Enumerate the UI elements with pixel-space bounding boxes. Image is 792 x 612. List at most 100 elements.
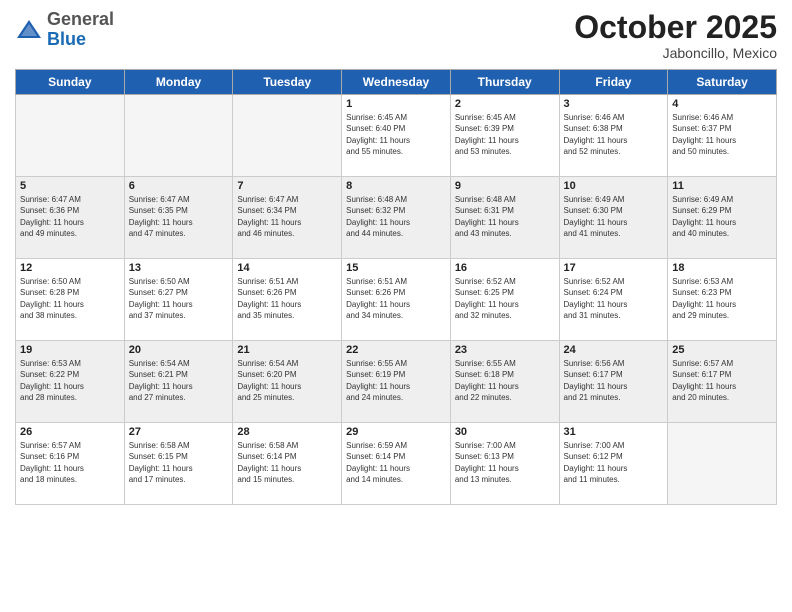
day-number: 12 — [20, 262, 120, 274]
calendar-cell — [233, 95, 342, 177]
day-info: Sunrise: 6:46 AM Sunset: 6:38 PM Dayligh… — [564, 112, 664, 157]
logo: General Blue — [15, 10, 114, 50]
day-number: 26 — [20, 426, 120, 438]
day-info: Sunrise: 6:54 AM Sunset: 6:20 PM Dayligh… — [237, 358, 337, 403]
month-title: October 2025 — [574, 10, 777, 45]
day-info: Sunrise: 6:47 AM Sunset: 6:36 PM Dayligh… — [20, 194, 120, 239]
logo-general: General — [47, 9, 114, 29]
day-info: Sunrise: 6:58 AM Sunset: 6:15 PM Dayligh… — [129, 440, 229, 485]
day-of-week-saturday: Saturday — [668, 70, 777, 95]
day-number: 30 — [455, 426, 555, 438]
day-number: 15 — [346, 262, 446, 274]
day-of-week-tuesday: Tuesday — [233, 70, 342, 95]
logo-blue: Blue — [47, 29, 86, 49]
day-info: Sunrise: 6:58 AM Sunset: 6:14 PM Dayligh… — [237, 440, 337, 485]
calendar: SundayMondayTuesdayWednesdayThursdayFrid… — [15, 69, 777, 505]
calendar-cell: 29 Sunrise: 6:59 AM Sunset: 6:14 PM Dayli… — [342, 423, 451, 505]
calendar-cell: 30 Sunrise: 7:00 AM Sunset: 6:13 PM Dayli… — [450, 423, 559, 505]
day-number: 9 — [455, 180, 555, 192]
day-number: 27 — [129, 426, 229, 438]
day-info: Sunrise: 6:45 AM Sunset: 6:40 PM Dayligh… — [346, 112, 446, 157]
calendar-cell: 7 Sunrise: 6:47 AM Sunset: 6:34 PM Daylig… — [233, 177, 342, 259]
day-number: 2 — [455, 98, 555, 110]
calendar-cell: 2 Sunrise: 6:45 AM Sunset: 6:39 PM Daylig… — [450, 95, 559, 177]
day-number: 6 — [129, 180, 229, 192]
day-info: Sunrise: 6:50 AM Sunset: 6:28 PM Dayligh… — [20, 276, 120, 321]
day-info: Sunrise: 6:46 AM Sunset: 6:37 PM Dayligh… — [672, 112, 772, 157]
day-number: 28 — [237, 426, 337, 438]
calendar-cell: 13Sunrise: 6:50 AM Sunset: 6:27 PM Dayli… — [124, 259, 233, 341]
subtitle: Jaboncillo, Mexico — [574, 45, 777, 61]
calendar-cell: 23Sunrise: 6:55 AM Sunset: 6:18 PM Dayli… — [450, 341, 559, 423]
calendar-cell: 9 Sunrise: 6:48 AM Sunset: 6:31 PM Daylig… — [450, 177, 559, 259]
day-number: 18 — [672, 262, 772, 274]
day-number: 29 — [346, 426, 446, 438]
day-number: 22 — [346, 344, 446, 356]
calendar-cell: 21 Sunrise: 6:54 AM Sunset: 6:20 PM Dayli… — [233, 341, 342, 423]
calendar-cell: 25Sunrise: 6:57 AM Sunset: 6:17 PM Dayli… — [668, 341, 777, 423]
calendar-cell: 12 Sunrise: 6:50 AM Sunset: 6:28 PM Dayli… — [16, 259, 125, 341]
day-info: Sunrise: 7:00 AM Sunset: 6:13 PM Dayligh… — [455, 440, 555, 485]
day-info: Sunrise: 6:50 AM Sunset: 6:27 PM Dayligh… — [129, 276, 229, 321]
calendar-cell: 17 Sunrise: 6:52 AM Sunset: 6:24 PM Dayli… — [559, 259, 668, 341]
calendar-week-row: 26Sunrise: 6:57 AM Sunset: 6:16 PM Dayli… — [16, 423, 777, 505]
calendar-cell: 26Sunrise: 6:57 AM Sunset: 6:16 PM Dayli… — [16, 423, 125, 505]
calendar-cell: 4 Sunrise: 6:46 AM Sunset: 6:37 PM Daylig… — [668, 95, 777, 177]
calendar-cell — [16, 95, 125, 177]
title-block: October 2025 Jaboncillo, Mexico — [574, 10, 777, 61]
logo-text: General Blue — [47, 10, 114, 50]
day-info: Sunrise: 6:48 AM Sunset: 6:32 PM Dayligh… — [346, 194, 446, 239]
calendar-cell: 19 Sunrise: 6:53 AM Sunset: 6:22 PM Dayli… — [16, 341, 125, 423]
calendar-cell: 28 Sunrise: 6:58 AM Sunset: 6:14 PM Dayli… — [233, 423, 342, 505]
day-info: Sunrise: 6:49 AM Sunset: 6:30 PM Dayligh… — [564, 194, 664, 239]
day-number: 21 — [237, 344, 337, 356]
day-info: Sunrise: 6:47 AM Sunset: 6:35 PM Dayligh… — [129, 194, 229, 239]
calendar-week-row: 19 Sunrise: 6:53 AM Sunset: 6:22 PM Dayli… — [16, 341, 777, 423]
day-info: Sunrise: 6:59 AM Sunset: 6:14 PM Dayligh… — [346, 440, 446, 485]
logo-icon — [15, 16, 43, 44]
calendar-cell — [124, 95, 233, 177]
day-number: 10 — [564, 180, 664, 192]
day-info: Sunrise: 7:00 AM Sunset: 6:12 PM Dayligh… — [564, 440, 664, 485]
calendar-cell: 31 Sunrise: 7:00 AM Sunset: 6:12 PM Dayli… — [559, 423, 668, 505]
calendar-week-row: 5Sunrise: 6:47 AM Sunset: 6:36 PM Daylig… — [16, 177, 777, 259]
header: General Blue October 2025 Jaboncillo, Me… — [15, 10, 777, 61]
calendar-cell: 24 Sunrise: 6:56 AM Sunset: 6:17 PM Dayli… — [559, 341, 668, 423]
day-number: 8 — [346, 180, 446, 192]
day-info: Sunrise: 6:45 AM Sunset: 6:39 PM Dayligh… — [455, 112, 555, 157]
calendar-week-row: 1Sunrise: 6:45 AM Sunset: 6:40 PM Daylig… — [16, 95, 777, 177]
calendar-week-row: 12 Sunrise: 6:50 AM Sunset: 6:28 PM Dayli… — [16, 259, 777, 341]
day-of-week-monday: Monday — [124, 70, 233, 95]
day-number: 4 — [672, 98, 772, 110]
day-number: 3 — [564, 98, 664, 110]
day-info: Sunrise: 6:51 AM Sunset: 6:26 PM Dayligh… — [237, 276, 337, 321]
calendar-cell: 10 Sunrise: 6:49 AM Sunset: 6:30 PM Dayli… — [559, 177, 668, 259]
day-info: Sunrise: 6:48 AM Sunset: 6:31 PM Dayligh… — [455, 194, 555, 239]
day-number: 11 — [672, 180, 772, 192]
day-number: 16 — [455, 262, 555, 274]
calendar-cell: 14 Sunrise: 6:51 AM Sunset: 6:26 PM Dayli… — [233, 259, 342, 341]
day-of-week-wednesday: Wednesday — [342, 70, 451, 95]
day-info: Sunrise: 6:55 AM Sunset: 6:18 PM Dayligh… — [455, 358, 555, 403]
day-info: Sunrise: 6:49 AM Sunset: 6:29 PM Dayligh… — [672, 194, 772, 239]
calendar-cell: 22Sunrise: 6:55 AM Sunset: 6:19 PM Dayli… — [342, 341, 451, 423]
day-info: Sunrise: 6:53 AM Sunset: 6:23 PM Dayligh… — [672, 276, 772, 321]
day-number: 24 — [564, 344, 664, 356]
day-info: Sunrise: 6:52 AM Sunset: 6:25 PM Dayligh… — [455, 276, 555, 321]
day-info: Sunrise: 6:53 AM Sunset: 6:22 PM Dayligh… — [20, 358, 120, 403]
day-number: 14 — [237, 262, 337, 274]
day-number: 19 — [20, 344, 120, 356]
calendar-cell: 15Sunrise: 6:51 AM Sunset: 6:26 PM Dayli… — [342, 259, 451, 341]
day-number: 31 — [564, 426, 664, 438]
day-number: 7 — [237, 180, 337, 192]
calendar-cell: 6 Sunrise: 6:47 AM Sunset: 6:35 PM Daylig… — [124, 177, 233, 259]
day-info: Sunrise: 6:47 AM Sunset: 6:34 PM Dayligh… — [237, 194, 337, 239]
day-number: 20 — [129, 344, 229, 356]
day-info: Sunrise: 6:56 AM Sunset: 6:17 PM Dayligh… — [564, 358, 664, 403]
day-info: Sunrise: 6:52 AM Sunset: 6:24 PM Dayligh… — [564, 276, 664, 321]
day-of-week-sunday: Sunday — [16, 70, 125, 95]
day-number: 17 — [564, 262, 664, 274]
day-info: Sunrise: 6:57 AM Sunset: 6:17 PM Dayligh… — [672, 358, 772, 403]
calendar-cell: 3 Sunrise: 6:46 AM Sunset: 6:38 PM Daylig… — [559, 95, 668, 177]
calendar-header-row: SundayMondayTuesdayWednesdayThursdayFrid… — [16, 70, 777, 95]
